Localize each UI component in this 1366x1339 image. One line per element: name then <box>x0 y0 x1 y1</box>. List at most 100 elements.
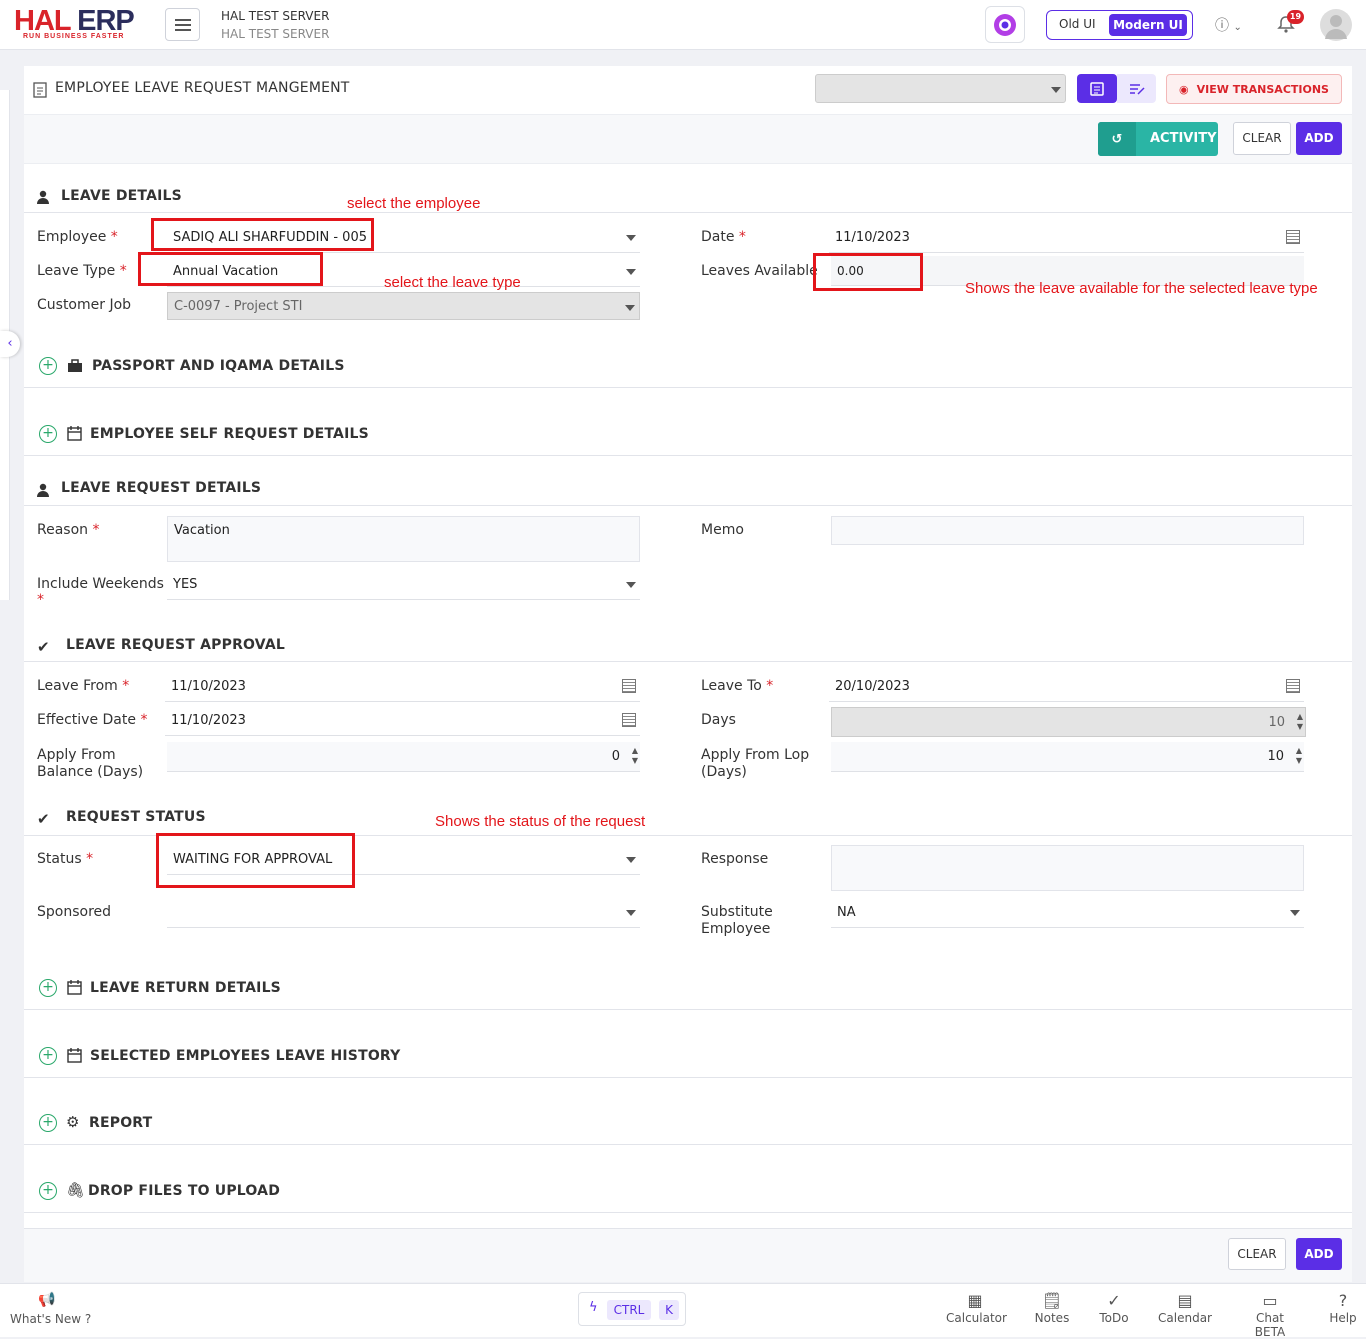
caret-down-icon <box>626 910 636 916</box>
customer-job-select[interactable]: C-0097 - Project STI <box>167 292 640 320</box>
calendar-button[interactable]: ▤ Calendar <box>1158 1291 1212 1325</box>
memo-input[interactable] <box>831 516 1304 545</box>
leave-to-label: Leave To * <box>701 678 774 694</box>
calendar-icon[interactable] <box>1286 679 1300 693</box>
leave-from-value: 11/10/2023 <box>171 679 246 694</box>
divider <box>24 1077 1352 1078</box>
sidebar-expand-button[interactable]: ‹ <box>0 331 20 357</box>
caret-down-icon <box>626 269 636 275</box>
menu-toggle-button[interactable] <box>165 8 200 41</box>
calendar-icon <box>67 426 82 441</box>
apply-balance-input[interactable]: 0 ▲ ▼ <box>167 742 640 772</box>
divider <box>24 661 1352 662</box>
leave-from-input[interactable]: 11/10/2023 <box>165 672 640 702</box>
add-button-bottom[interactable]: ADD <box>1296 1238 1342 1270</box>
clear-button-top[interactable]: CLEAR <box>1233 122 1291 155</box>
response-textarea[interactable] <box>831 845 1304 891</box>
logo-tagline: RUN BUSINESS FASTER <box>23 33 125 40</box>
notification-badge: 19 <box>1287 10 1304 24</box>
whats-new-link[interactable]: What's New ? <box>10 1312 91 1326</box>
chat-icon: ▭ <box>1262 1291 1278 1310</box>
include-weekends-value: YES <box>173 577 198 592</box>
reason-textarea[interactable]: Vacation <box>167 516 640 562</box>
leave-to-input[interactable]: 20/10/2023 <box>829 672 1304 702</box>
sponsored-select[interactable] <box>167 898 640 928</box>
old-ui-option[interactable]: Old UI <box>1059 17 1096 31</box>
calendar-icon[interactable] <box>622 713 636 727</box>
calendar-icon[interactable] <box>1286 230 1300 244</box>
ui-toggle[interactable]: Old UI Modern UI <box>1046 10 1193 40</box>
info-menu[interactable]: ⓘ ⌄ <box>1215 15 1242 35</box>
add-button-top[interactable]: ADD <box>1296 122 1342 155</box>
section-self-request[interactable]: EMPLOYEE SELF REQUEST DETAILS <box>90 426 369 442</box>
modern-ui-option[interactable]: Modern UI <box>1109 14 1187 36</box>
activity-button[interactable]: ↺ ACTIVITY <box>1098 122 1218 156</box>
substitute-select[interactable]: NA <box>831 898 1304 928</box>
calculator-button[interactable]: ▦ Calculator <box>946 1291 1007 1325</box>
leaves-available-label: Leaves Available <box>701 263 818 279</box>
chevron-left-icon: ‹ <box>7 336 13 351</box>
todo-button[interactable]: ✓ ToDo <box>1098 1291 1130 1325</box>
section-passport[interactable]: PASSPORT AND IQAMA DETAILS <box>92 358 345 374</box>
check-icon: ✔ <box>37 638 50 656</box>
help-button[interactable]: ? Help <box>1328 1291 1358 1325</box>
caret-down-icon <box>1290 910 1300 916</box>
view-transactions-button[interactable]: ◉ VIEW TRANSACTIONS <box>1166 74 1342 104</box>
help-icon: ? <box>1338 1291 1348 1310</box>
chevron-down-icon: ⌄ <box>1233 22 1242 33</box>
clear-button-bottom[interactable]: CLEAR <box>1228 1238 1286 1270</box>
list-edit-icon <box>1129 83 1145 95</box>
list-view-button[interactable] <box>1117 74 1156 103</box>
record-select[interactable] <box>815 74 1066 103</box>
divider <box>24 455 1352 456</box>
apply-balance-value: 0 <box>611 749 620 764</box>
expand-drop-files-button[interactable]: + <box>39 1182 57 1200</box>
date-input[interactable]: 11/10/2023 <box>829 223 1304 253</box>
expand-leave-history-button[interactable]: + <box>39 1047 57 1065</box>
expand-report-button[interactable]: + <box>39 1114 57 1132</box>
spinner-icon[interactable]: ▲ ▼ <box>1296 746 1302 766</box>
leave-from-label: Leave From * <box>37 678 130 694</box>
spinner-icon[interactable]: ▲ ▼ <box>1297 712 1303 732</box>
command-palette-button[interactable]: ϟ CTRL K <box>578 1292 686 1326</box>
customer-job-label: Customer Job <box>37 297 132 313</box>
caret-down-icon <box>626 582 636 588</box>
calendar-icon <box>67 980 82 995</box>
expand-self-request-button[interactable]: + <box>39 425 57 443</box>
caret-down-icon <box>625 305 635 311</box>
notes-icon: 🗒 <box>1041 1291 1063 1310</box>
check-circle-icon: ✓ <box>1107 1291 1121 1310</box>
calendar-icon[interactable] <box>622 679 636 693</box>
avatar[interactable] <box>1320 9 1352 41</box>
reason-value: Vacation <box>174 523 230 538</box>
annotation-status: Shows the status of the request <box>435 813 646 830</box>
app-launcher-button[interactable] <box>985 6 1025 43</box>
form-view-button[interactable] <box>1077 74 1117 103</box>
expand-passport-button[interactable]: + <box>39 357 57 375</box>
calendar-icon: ▤ <box>1177 1291 1193 1310</box>
include-weekends-select[interactable]: YES <box>167 570 640 600</box>
chat-button[interactable]: ▭ Chat BETA <box>1240 1291 1300 1339</box>
annotation-box-employee <box>151 218 374 251</box>
notes-button[interactable]: 🗒 Notes <box>1034 1291 1070 1325</box>
section-report[interactable]: REPORT <box>89 1115 152 1131</box>
leave-to-value: 20/10/2023 <box>835 679 910 694</box>
ctrl-key: CTRL <box>607 1300 651 1320</box>
user-icon <box>1325 15 1347 39</box>
hamburger-icon <box>174 18 191 31</box>
divider <box>24 1212 1352 1213</box>
divider <box>24 1144 1352 1145</box>
status-label: Status * <box>37 851 94 867</box>
section-leave-return[interactable]: LEAVE RETURN DETAILS <box>90 980 281 996</box>
section-leave-history[interactable]: SELECTED EMPLOYEES LEAVE HISTORY <box>90 1048 400 1064</box>
logo[interactable]: HAL ERP <box>14 6 135 36</box>
apply-lop-input[interactable]: 10 ▲ ▼ <box>831 742 1304 772</box>
employee-label: Employee * <box>37 229 118 245</box>
section-drop-files[interactable]: DROP FILES TO UPLOAD <box>88 1183 280 1199</box>
expand-leave-return-button[interactable]: + <box>39 979 57 997</box>
spinner-icon[interactable]: ▲ ▼ <box>632 746 638 766</box>
effective-date-input[interactable]: 11/10/2023 <box>165 706 640 736</box>
reason-label: Reason * <box>37 522 100 538</box>
date-value: 11/10/2023 <box>835 230 910 245</box>
paperclip-icon: 🖇 <box>66 1181 86 1199</box>
